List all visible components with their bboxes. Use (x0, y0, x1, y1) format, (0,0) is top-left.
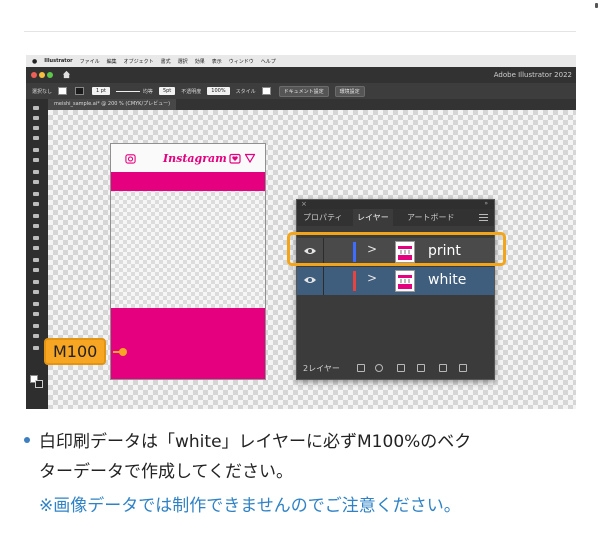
top-divider (24, 31, 576, 32)
control-bar: 選択なし 1 pt 均等 5pt 不透明度 100% スタイル ドキュメント設定… (26, 83, 576, 99)
mac-menu-bar: ● Illustrator ファイル 編集 オブジェクト 書式 選択 効果 表示… (26, 55, 576, 67)
type-tool-icon[interactable] (31, 169, 41, 175)
menu-help[interactable]: ヘルプ (261, 58, 276, 65)
eye-icon[interactable] (303, 275, 317, 285)
blend-tool-icon[interactable] (31, 279, 41, 285)
send-icon (245, 153, 255, 163)
menu-window[interactable]: ウィンドウ (229, 58, 254, 65)
panel-header: × » (297, 200, 494, 209)
stroke-color-icon[interactable] (35, 380, 43, 388)
export-icon[interactable] (357, 364, 365, 372)
zoom-window-button[interactable] (47, 72, 53, 78)
brush-select[interactable]: 5pt (158, 87, 176, 95)
eraser-tool-icon[interactable] (31, 201, 41, 207)
minimize-window-button[interactable] (39, 72, 45, 78)
home-icon[interactable] (62, 70, 71, 79)
document-settings-button[interactable]: ドキュメント設定 (278, 85, 329, 97)
close-window-button[interactable] (31, 72, 37, 78)
eyedropper-tool-icon[interactable] (31, 267, 41, 273)
caution-note: ※画像データでは制作できませんのでご注意ください。 (39, 496, 461, 516)
caption-line-2: ターデータで作成してください。 (39, 462, 293, 482)
symbol-tool-icon[interactable] (31, 289, 41, 295)
search-icon[interactable] (375, 364, 383, 372)
column-divider (323, 267, 324, 295)
new-sublayer-icon[interactable] (417, 364, 425, 372)
artboard-card[interactable]: Instagram (110, 143, 266, 380)
m100-callout: M100 (44, 338, 107, 365)
scale-tool-icon[interactable] (31, 223, 41, 229)
stroke-profile-select[interactable]: 均等 (115, 88, 153, 95)
layer-color-bar (353, 271, 356, 291)
menu-type[interactable]: 書式 (161, 58, 171, 65)
chevron-right-icon[interactable]: > (367, 271, 377, 285)
document-tab[interactable]: meishi_sample.ai* @ 200 % (CMYK/プレビュー) (48, 99, 177, 110)
preferences-button[interactable]: 環境設定 (334, 85, 365, 97)
opacity-field[interactable]: 100% (207, 87, 230, 95)
tab-properties[interactable]: プロパティ (303, 209, 343, 226)
rotate-tool-icon[interactable] (31, 213, 41, 219)
bullet-icon (24, 437, 30, 443)
hand-tool-icon[interactable] (31, 333, 41, 339)
line-tool-icon[interactable] (31, 179, 41, 185)
selection-tool-icon[interactable] (31, 105, 41, 111)
style-swatch[interactable] (261, 87, 273, 95)
heart-icon (229, 153, 241, 164)
style-label: スタイル (235, 88, 256, 95)
menu-effect[interactable]: 効果 (195, 58, 205, 65)
selection-status: 選択なし (32, 88, 53, 95)
zoom-tool-icon[interactable] (31, 345, 41, 351)
instagram-logo-text: Instagram (163, 152, 227, 165)
gradient-tool-icon[interactable] (31, 257, 41, 263)
new-layer-icon[interactable] (439, 364, 447, 372)
layers-panel: × » プロパティ レイヤー アートボード > print > white 2レ… (296, 199, 495, 380)
app-title: Adobe Illustrator 2022 (493, 71, 572, 79)
pen-tool-icon[interactable] (31, 125, 41, 131)
menu-file[interactable]: ファイル (80, 58, 100, 65)
width-tool-icon[interactable] (31, 235, 41, 241)
panel-collapse-icon[interactable]: » (484, 200, 488, 207)
stroke-swatch[interactable] (75, 87, 86, 95)
stroke-weight-field[interactable]: 1 pt (92, 87, 110, 95)
print-layer-highlight (287, 232, 506, 266)
magenta-band (111, 172, 265, 191)
artboard-tool-icon[interactable] (31, 311, 41, 317)
shape-builder-tool-icon[interactable] (31, 245, 41, 251)
direct-selection-tool-icon[interactable] (31, 115, 41, 121)
pencil-tool-icon[interactable] (31, 157, 41, 163)
layer-row-white[interactable]: > white (297, 267, 494, 295)
menu-app-name[interactable]: Illustrator (44, 58, 72, 64)
brush-tool-icon[interactable] (31, 147, 41, 153)
panel-close-icon[interactable]: × (301, 200, 307, 208)
callout-dot (119, 348, 127, 356)
magenta-block (111, 308, 265, 379)
layer-name[interactable]: white (428, 272, 466, 288)
layer-count: 2レイヤー (303, 364, 340, 373)
camera-icon (125, 154, 136, 164)
tab-layers[interactable]: レイヤー (353, 209, 393, 226)
graph-tool-icon[interactable] (31, 301, 41, 307)
clipping-mask-icon[interactable] (397, 364, 405, 372)
corner-mark (595, 3, 598, 8)
curvature-tool-icon[interactable] (31, 135, 41, 141)
fill-swatch[interactable] (58, 87, 69, 95)
tab-artboards[interactable]: アートボード (407, 209, 455, 226)
window-title-bar: Adobe Illustrator 2022 (26, 67, 576, 83)
layer-thumbnail (395, 270, 415, 292)
menu-edit[interactable]: 編集 (107, 58, 117, 65)
rectangle-tool-icon[interactable] (31, 191, 41, 197)
trash-icon[interactable] (459, 364, 467, 372)
panel-menu-icon[interactable] (479, 214, 488, 221)
slice-tool-icon[interactable] (31, 323, 41, 329)
panel-tabs: プロパティ レイヤー アートボード (297, 209, 494, 226)
document-tab-strip: meishi_sample.ai* @ 200 % (CMYK/プレビュー) (48, 99, 576, 110)
apple-icon[interactable]: ● (32, 58, 37, 65)
panel-footer: 2レイヤー (297, 358, 494, 380)
menu-select[interactable]: 選択 (178, 58, 188, 65)
opacity-label: 不透明度 (181, 88, 202, 95)
menu-object[interactable]: オブジェクト (124, 58, 154, 65)
caption-line-1: 白印刷データは「white」レイヤーに必ずM100%のベク (39, 432, 472, 452)
menu-view[interactable]: 表示 (212, 58, 222, 65)
